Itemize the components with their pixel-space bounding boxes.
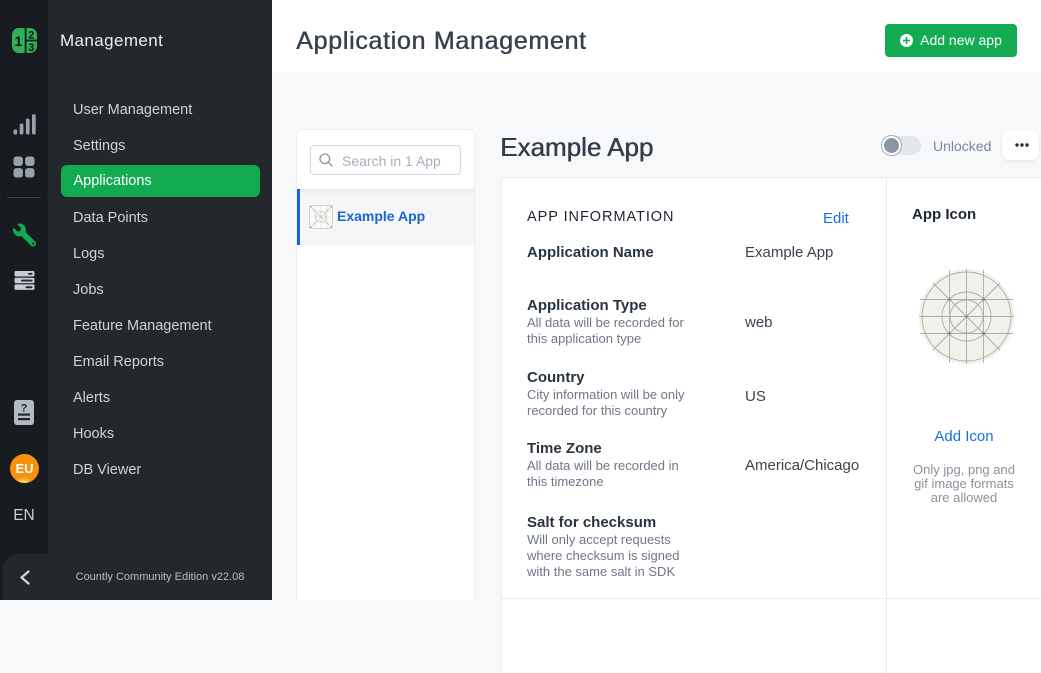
svg-text:?: ? (21, 403, 28, 415)
svg-text:2: 2 (28, 29, 34, 41)
svg-text:1: 1 (14, 33, 22, 49)
svg-text:3: 3 (28, 42, 34, 53)
svg-text:EU: EU (15, 461, 33, 476)
